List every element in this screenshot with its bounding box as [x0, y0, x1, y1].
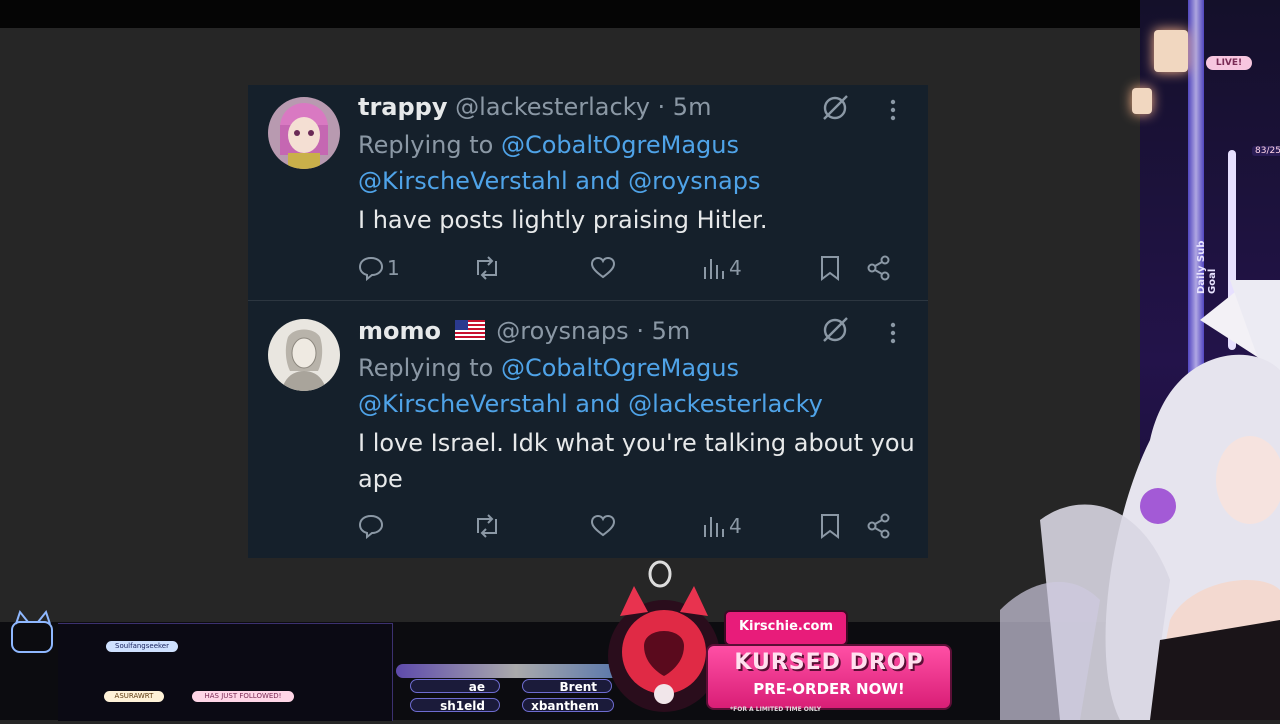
like-button[interactable] [590, 254, 616, 282]
supporter-name: xbanthem [522, 698, 614, 713]
tweet-text: I love Israel. Idk what you're talking a… [358, 429, 915, 493]
like-icon [590, 513, 616, 539]
views-button[interactable]: 4 [702, 512, 742, 540]
mention-joiner: and [575, 167, 621, 195]
replying-to: Replying to @CobaltOgreMagus @KirscheVer… [358, 127, 918, 199]
sub-goal-count: 83/25 [1252, 146, 1280, 156]
like-button[interactable] [590, 512, 616, 540]
handle[interactable]: @roysnaps [496, 317, 628, 345]
retweet-button[interactable] [472, 512, 502, 540]
tweet-header: momo @roysnaps · 5m [358, 317, 690, 346]
limited-time-note: *FOR A LIMITED TIME ONLY [730, 706, 822, 713]
mention-link[interactable]: @roysnaps [628, 167, 760, 195]
avatar[interactable] [268, 319, 340, 391]
view-count: 4 [729, 256, 742, 280]
drop-title: KURSED DROP [734, 650, 924, 675]
views-icon [702, 513, 726, 539]
grok-icon[interactable] [820, 315, 850, 345]
follow-alert: HAS JUST FOLLOWED! [192, 691, 294, 702]
tweet[interactable]: momo @roysnaps · 5m Replying to @CobaltO… [248, 301, 928, 558]
handle[interactable]: @lackesterlacky [455, 93, 650, 121]
reply-icon [358, 513, 384, 539]
mention-joiner: and [575, 390, 621, 418]
retweet-icon [472, 255, 502, 281]
bookmark-button[interactable] [818, 254, 842, 282]
avatar[interactable] [268, 97, 340, 169]
share-icon [866, 255, 892, 281]
display-name[interactable]: momo [358, 317, 441, 345]
replying-to: Replying to @CobaltOgreMagus @KirscheVer… [358, 350, 918, 422]
supporter-name: ae [410, 679, 500, 694]
supporter-name: sh1eld [410, 698, 500, 713]
more-icon[interactable] [884, 97, 902, 123]
preorder-banner[interactable]: KURSED DROP PRE-ORDER NOW! [706, 644, 952, 710]
timestamp[interactable]: · 5m [636, 317, 690, 345]
share-icon [866, 513, 892, 539]
brand-logo: Kirschie.com [724, 610, 848, 646]
lantern-decoration [1154, 30, 1188, 72]
more-icon[interactable] [884, 320, 902, 346]
views-button[interactable]: 4 [702, 254, 742, 282]
mention-link[interactable]: @KirscheVerstahl [358, 167, 568, 195]
reply-count: 1 [387, 256, 400, 280]
vtuber-avatar [1000, 270, 1280, 720]
lantern-decoration [1132, 88, 1152, 114]
chat-username: ASURAWRT [104, 691, 164, 702]
view-count: 4 [729, 514, 742, 538]
reply-prefix: Replying to [358, 354, 494, 382]
like-icon [590, 255, 616, 281]
live-badge: LIVE! [1206, 56, 1252, 70]
share-button[interactable] [866, 254, 892, 282]
tweet-text: I have posts lightly praising Hitler. [358, 206, 768, 234]
mention-link[interactable]: @lackesterlacky [628, 390, 823, 418]
mention-link[interactable]: @KirscheVerstahl [358, 390, 568, 418]
reply-button[interactable]: 1 [358, 254, 400, 282]
timestamp[interactable]: · 5m [658, 93, 712, 121]
supporter-name: Brent [522, 679, 612, 694]
top-letterbox [0, 0, 1280, 28]
bookmark-button[interactable] [818, 512, 842, 540]
bookmark-icon [818, 513, 842, 539]
tweet-thread-panel: trappy @lackesterlacky · 5m Replying to … [248, 85, 928, 558]
overlay-glow [396, 664, 636, 678]
share-button[interactable] [866, 512, 892, 540]
cat-icon [6, 606, 60, 664]
grok-icon[interactable] [820, 93, 850, 123]
us-flag-icon [454, 318, 485, 346]
views-icon [702, 255, 726, 281]
display-name[interactable]: trappy [358, 93, 448, 121]
reply-button[interactable] [358, 512, 387, 540]
action-bar: 1 4 [358, 254, 918, 284]
mention-link[interactable]: @CobaltOgreMagus [501, 131, 739, 159]
reply-prefix: Replying to [358, 131, 494, 159]
tweet[interactable]: trappy @lackesterlacky · 5m Replying to … [248, 85, 928, 301]
retweet-button[interactable] [472, 254, 502, 282]
tweet-header: trappy @lackesterlacky · 5m [358, 93, 711, 121]
reply-icon [358, 255, 384, 281]
retweet-icon [472, 513, 502, 539]
chat-username: Soulfangseeker [106, 641, 178, 652]
mention-link[interactable]: @CobaltOgreMagus [501, 354, 739, 382]
action-bar: 4 [358, 512, 918, 542]
chat-overlay [58, 623, 393, 721]
bookmark-icon [818, 255, 842, 281]
preorder-cta[interactable]: PRE-ORDER NOW! [708, 680, 950, 698]
